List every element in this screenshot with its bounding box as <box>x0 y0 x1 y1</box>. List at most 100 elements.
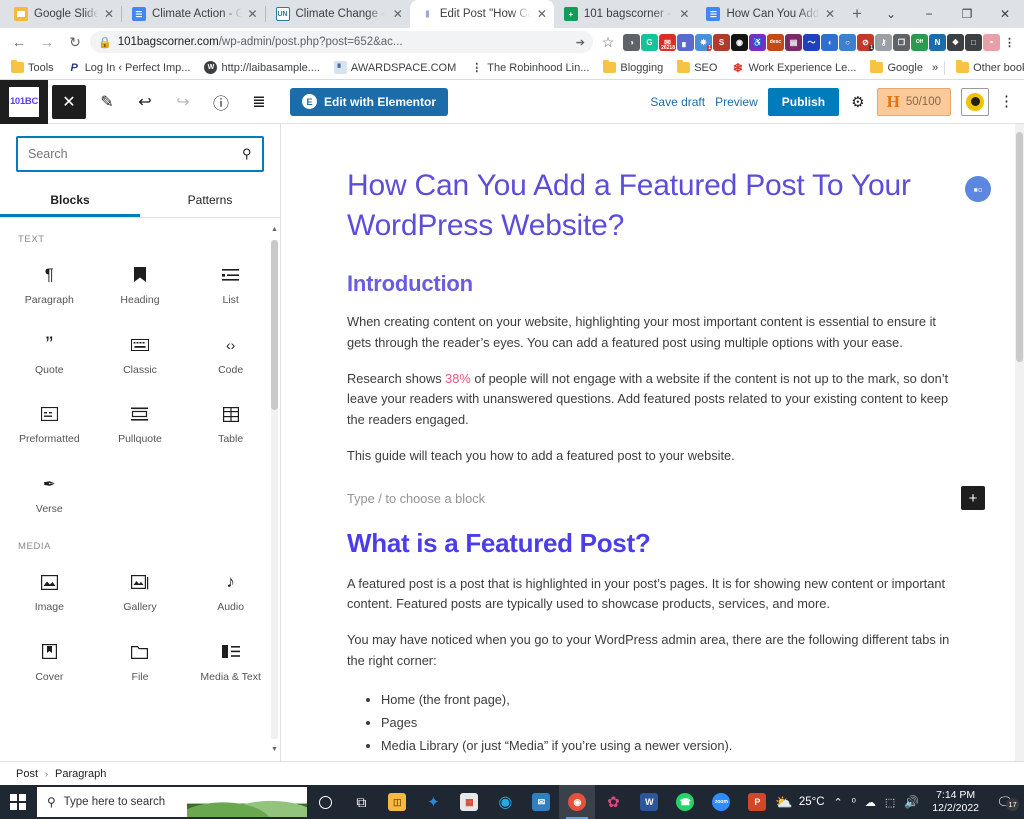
tab-close-icon[interactable]: ✕ <box>248 8 258 20</box>
profile-avatar[interactable]: ◓ <box>983 33 1000 51</box>
block-gallery[interactable]: Gallery <box>95 554 186 624</box>
block-table[interactable]: Table <box>185 386 276 456</box>
forward-button[interactable]: → <box>34 34 60 50</box>
omnibox[interactable]: 🔒 101bagscorner.com/wp-admin/post.php?po… <box>90 31 593 53</box>
shield-extension-icon[interactable]: ⚷ <box>875 33 892 51</box>
analytics-extension-icon[interactable]: ▖ <box>677 33 694 51</box>
mail-badge-extension-icon[interactable]: ✉ 26218 <box>659 33 676 51</box>
blue-moon-extension-icon[interactable]: ◖ <box>821 33 838 51</box>
bookmark-item[interactable]: ⋮ The Robinhood Lin... <box>465 59 594 76</box>
google-chrome-icon[interactable]: ◉ <box>559 785 596 819</box>
tray-chevron-up-icon[interactable]: ⌃ <box>834 796 843 809</box>
settings-gear-icon[interactable]: ⚙ <box>849 93 866 111</box>
paragraph-block[interactable]: This guide will teach you how to add a f… <box>347 446 951 467</box>
grammarly-badge-icon[interactable]: ▪▫ <box>965 176 991 202</box>
desc-extension-icon[interactable]: desc <box>767 33 784 51</box>
block-code[interactable]: ‹› Code <box>185 317 276 387</box>
purple-circle-extension-icon[interactable]: ♿ <box>749 33 766 51</box>
block-heading[interactable]: Heading <box>95 247 186 317</box>
tab-blocks[interactable]: Blocks <box>0 182 140 217</box>
share-icon[interactable]: ➔ <box>576 36 585 49</box>
browser-tab[interactable]: ☰ How Can You Add a ✕ <box>696 0 842 28</box>
block-audio[interactable]: ♪ Audio <box>185 554 276 624</box>
edit-with-elementor-button[interactable]: E Edit with Elementor <box>290 87 449 116</box>
scrollbar-thumb[interactable] <box>1016 132 1023 362</box>
bookmark-item[interactable]: SEO <box>672 60 722 76</box>
inserter-scrollbar[interactable]: ▲ ▼ <box>270 226 279 753</box>
microsoft-edge-icon[interactable]: ◉ <box>487 785 523 819</box>
paragraph-block[interactable]: When creating content on your website, h… <box>347 312 951 353</box>
maximize-button[interactable]: ❐ <box>948 7 986 21</box>
editor-more-menu-icon[interactable]: ⋮ <box>999 94 1014 109</box>
microsoft-store-icon[interactable]: ▦ <box>451 785 487 819</box>
bookmarks-overflow-button[interactable]: » <box>932 62 938 74</box>
paragraph-block[interactable]: You may have noticed when you go to your… <box>347 630 951 671</box>
volume-icon[interactable]: 🔊 <box>904 795 919 809</box>
vscode-icon[interactable]: ✦ <box>415 785 451 819</box>
grammarly-extension-icon[interactable]: G <box>641 33 658 51</box>
microsoft-word-icon[interactable]: W <box>631 785 667 819</box>
sidepanel-extension-icon[interactable]: □ <box>965 33 982 51</box>
yoast-seo-button[interactable] <box>961 87 989 116</box>
scroll-down-arrow-icon[interactable]: ▼ <box>270 746 279 753</box>
cortana-icon[interactable] <box>307 785 343 819</box>
windows-start-icon[interactable] <box>0 794 37 810</box>
block-cover[interactable]: Cover <box>4 624 95 694</box>
browser-tab[interactable]: + 101 bagscorner - G ✕ <box>554 0 697 28</box>
block-classic[interactable]: Classic <box>95 317 186 387</box>
save-draft-button[interactable]: Save draft <box>650 95 705 109</box>
tab-patterns[interactable]: Patterns <box>140 182 280 217</box>
block-pullquote[interactable]: Pullquote <box>95 386 186 456</box>
heading-introduction[interactable]: Introduction <box>347 271 951 297</box>
block-list[interactable]: List <box>185 247 276 317</box>
add-block-button[interactable]: + <box>961 486 985 510</box>
hemingway-score-badge[interactable]: H 50/100 <box>876 87 951 116</box>
zoom-icon[interactable]: zoom <box>703 785 739 819</box>
preview-button[interactable]: Preview <box>715 95 758 109</box>
notification-center-icon[interactable]: 🗨 17 <box>992 794 1019 811</box>
task-view-icon[interactable]: ⧉ <box>343 785 379 819</box>
canvas-scrollbar[interactable] <box>1015 124 1024 761</box>
gear-star-extension-icon[interactable]: ✸ 1 <box>695 33 712 51</box>
search-input[interactable] <box>28 147 237 161</box>
undo-icon[interactable]: ↩ <box>128 85 162 119</box>
tray-camera-icon[interactable]: ᵒ <box>852 796 856 808</box>
details-info-icon[interactable]: ⓘ <box>204 85 238 119</box>
close-editor-button[interactable]: ✕ <box>52 84 86 119</box>
heading-what-is-featured-post[interactable]: What is a Featured Post? <box>347 528 951 559</box>
paragraph-block-with-highlight[interactable]: Research shows 38% of people will not en… <box>347 369 951 431</box>
tab-close-icon[interactable]: ✕ <box>104 8 114 20</box>
wave-extension-icon[interactable]: 〜 <box>803 33 820 51</box>
block-preformatted[interactable]: Preformatted <box>4 386 95 456</box>
weather-widget[interactable]: ⛅ 25°C <box>775 794 824 811</box>
slack-icon[interactable]: ✿ <box>595 785 631 819</box>
list-view-icon[interactable]: ≣ <box>242 85 276 119</box>
wifi-extension-icon[interactable]: ○ <box>839 33 856 51</box>
bookmark-item[interactable]: W http://laibasample.... <box>199 59 324 76</box>
paragraph-block[interactable]: A featured post is a post that is highli… <box>347 574 951 615</box>
taskbar-search-box[interactable]: ⚲ Type here to search <box>36 787 308 817</box>
close-window-button[interactable]: ✕ <box>986 7 1024 21</box>
publish-button[interactable]: Publish <box>767 87 840 116</box>
edit-mode-pencil-icon[interactable]: ✎ <box>90 85 124 119</box>
browser-tab[interactable]: UN Climate Change - U ✕ <box>266 0 410 28</box>
tab-close-icon[interactable]: ✕ <box>537 8 547 20</box>
block-paragraph[interactable]: ¶ Paragraph <box>4 247 95 317</box>
taskbar-clock[interactable]: 7:14 PM 12/2/2022 <box>928 789 983 815</box>
site-logo-button[interactable]: 101BC <box>0 79 48 124</box>
scrollbar-thumb[interactable] <box>271 240 278 410</box>
copy-extension-icon[interactable]: ❐ <box>893 33 910 51</box>
post-title[interactable]: How Can You Add a Featured Post To Your … <box>347 166 951 245</box>
bookmark-item[interactable]: ❄ Work Experience Le... <box>726 59 861 76</box>
tab-search-icon[interactable]: ⌄ <box>872 7 910 21</box>
whatsapp-icon[interactable]: ☎ <box>667 785 703 819</box>
puzzle-extension-icon[interactable]: ❖ <box>947 33 964 51</box>
bookmark-item[interactable]: ▘ AWARDSPACE.COM <box>329 59 461 76</box>
block-ads-extension-icon[interactable]: ⊘ 1 <box>857 33 874 51</box>
breadcrumb-current[interactable]: Paragraph <box>55 768 106 780</box>
browser-tab[interactable]: Google Slides ✕ <box>4 0 121 28</box>
redo-icon[interactable]: ↪ <box>166 85 200 119</box>
block-image[interactable]: Image <box>4 554 95 624</box>
chart-extension-icon[interactable]: ▤ <box>785 33 802 51</box>
block-verse[interactable]: ✒ Verse <box>4 456 95 526</box>
